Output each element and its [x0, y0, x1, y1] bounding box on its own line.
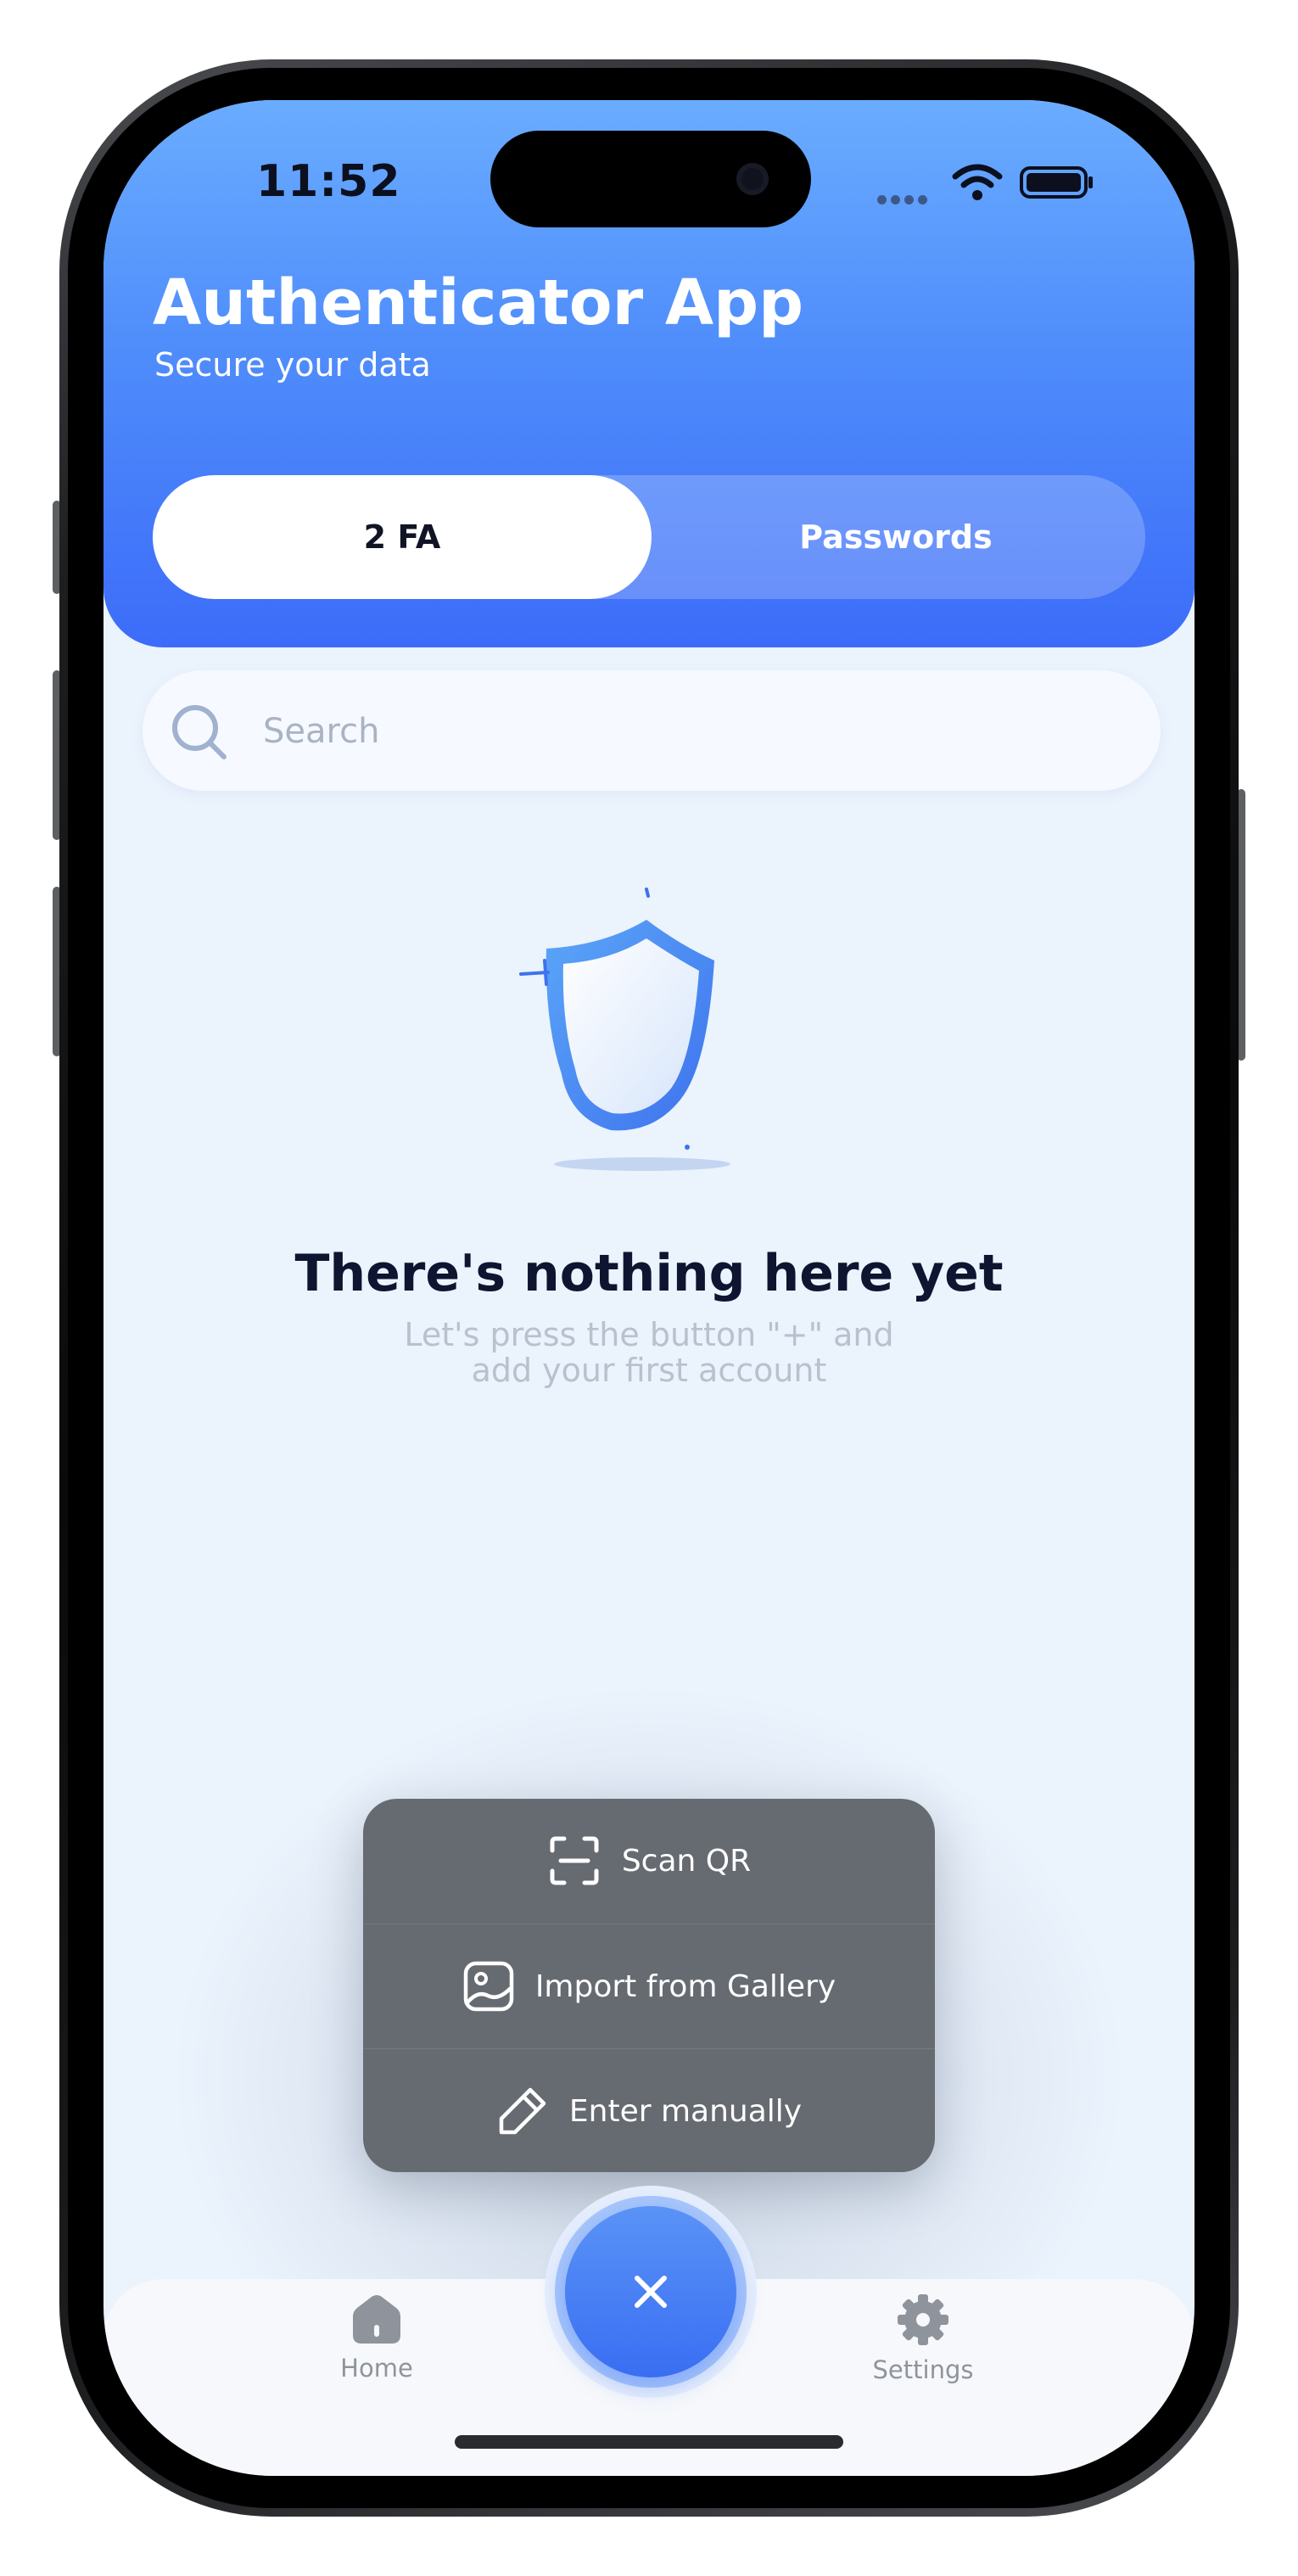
add-account-menu: Scan QR Import from Gallery Enter manual… [363, 1799, 935, 2172]
app-subtitle: Secure your data [154, 346, 431, 384]
tab-settings-label: Settings [872, 2355, 974, 2384]
close-icon [635, 2276, 667, 2308]
close-menu-button[interactable] [565, 2206, 736, 2377]
search-input[interactable] [261, 670, 1113, 792]
cellular-signal-icon [877, 192, 932, 208]
menu-item-import-gallery[interactable]: Import from Gallery [363, 1924, 935, 2048]
empty-state-line-2: add your first account [471, 1352, 827, 1389]
tab-settings[interactable]: Settings [838, 2293, 1008, 2403]
home-icon [353, 2295, 400, 2344]
menu-item-scan-qr[interactable]: Scan QR [363, 1799, 935, 1923]
tab-home[interactable]: Home [292, 2293, 462, 2403]
menu-item-enter-manually[interactable]: Enter manually [363, 2048, 935, 2172]
app-title: Authenticator App [153, 266, 804, 339]
pencil-icon [499, 2087, 546, 2135]
segmented-control: 2 FA Passwords [153, 475, 1145, 599]
home-indicator [455, 2435, 843, 2449]
search-icon [172, 705, 227, 759]
wifi-icon [952, 164, 1003, 200]
tab-passwords[interactable]: Passwords [646, 475, 1145, 599]
gear-icon [898, 2294, 948, 2345]
tab-2fa[interactable]: 2 FA [153, 475, 652, 599]
menu-item-label: Scan QR [621, 1843, 752, 1879]
search-bar[interactable] [143, 670, 1161, 792]
camera-icon [736, 163, 769, 195]
menu-item-label: Import from Gallery [534, 1968, 836, 2004]
gallery-icon [463, 1961, 514, 2012]
status-time: 11:52 [256, 156, 401, 207]
empty-state-text: Let's press the button "+" and add your … [394, 1317, 904, 1388]
tab-home-label: Home [340, 2354, 413, 2383]
app-screen: 11:52 Authenticator App Secure your data… [104, 100, 1194, 2476]
scan-qr-icon [550, 1836, 599, 1885]
empty-state-title: There's nothing here yet [294, 1244, 1004, 1303]
battery-icon [1020, 166, 1093, 199]
menu-item-label: Enter manually [568, 2093, 803, 2129]
shield-illustration-icon [519, 888, 730, 1171]
empty-state-line-1: Let's press the button "+" and [404, 1316, 894, 1353]
